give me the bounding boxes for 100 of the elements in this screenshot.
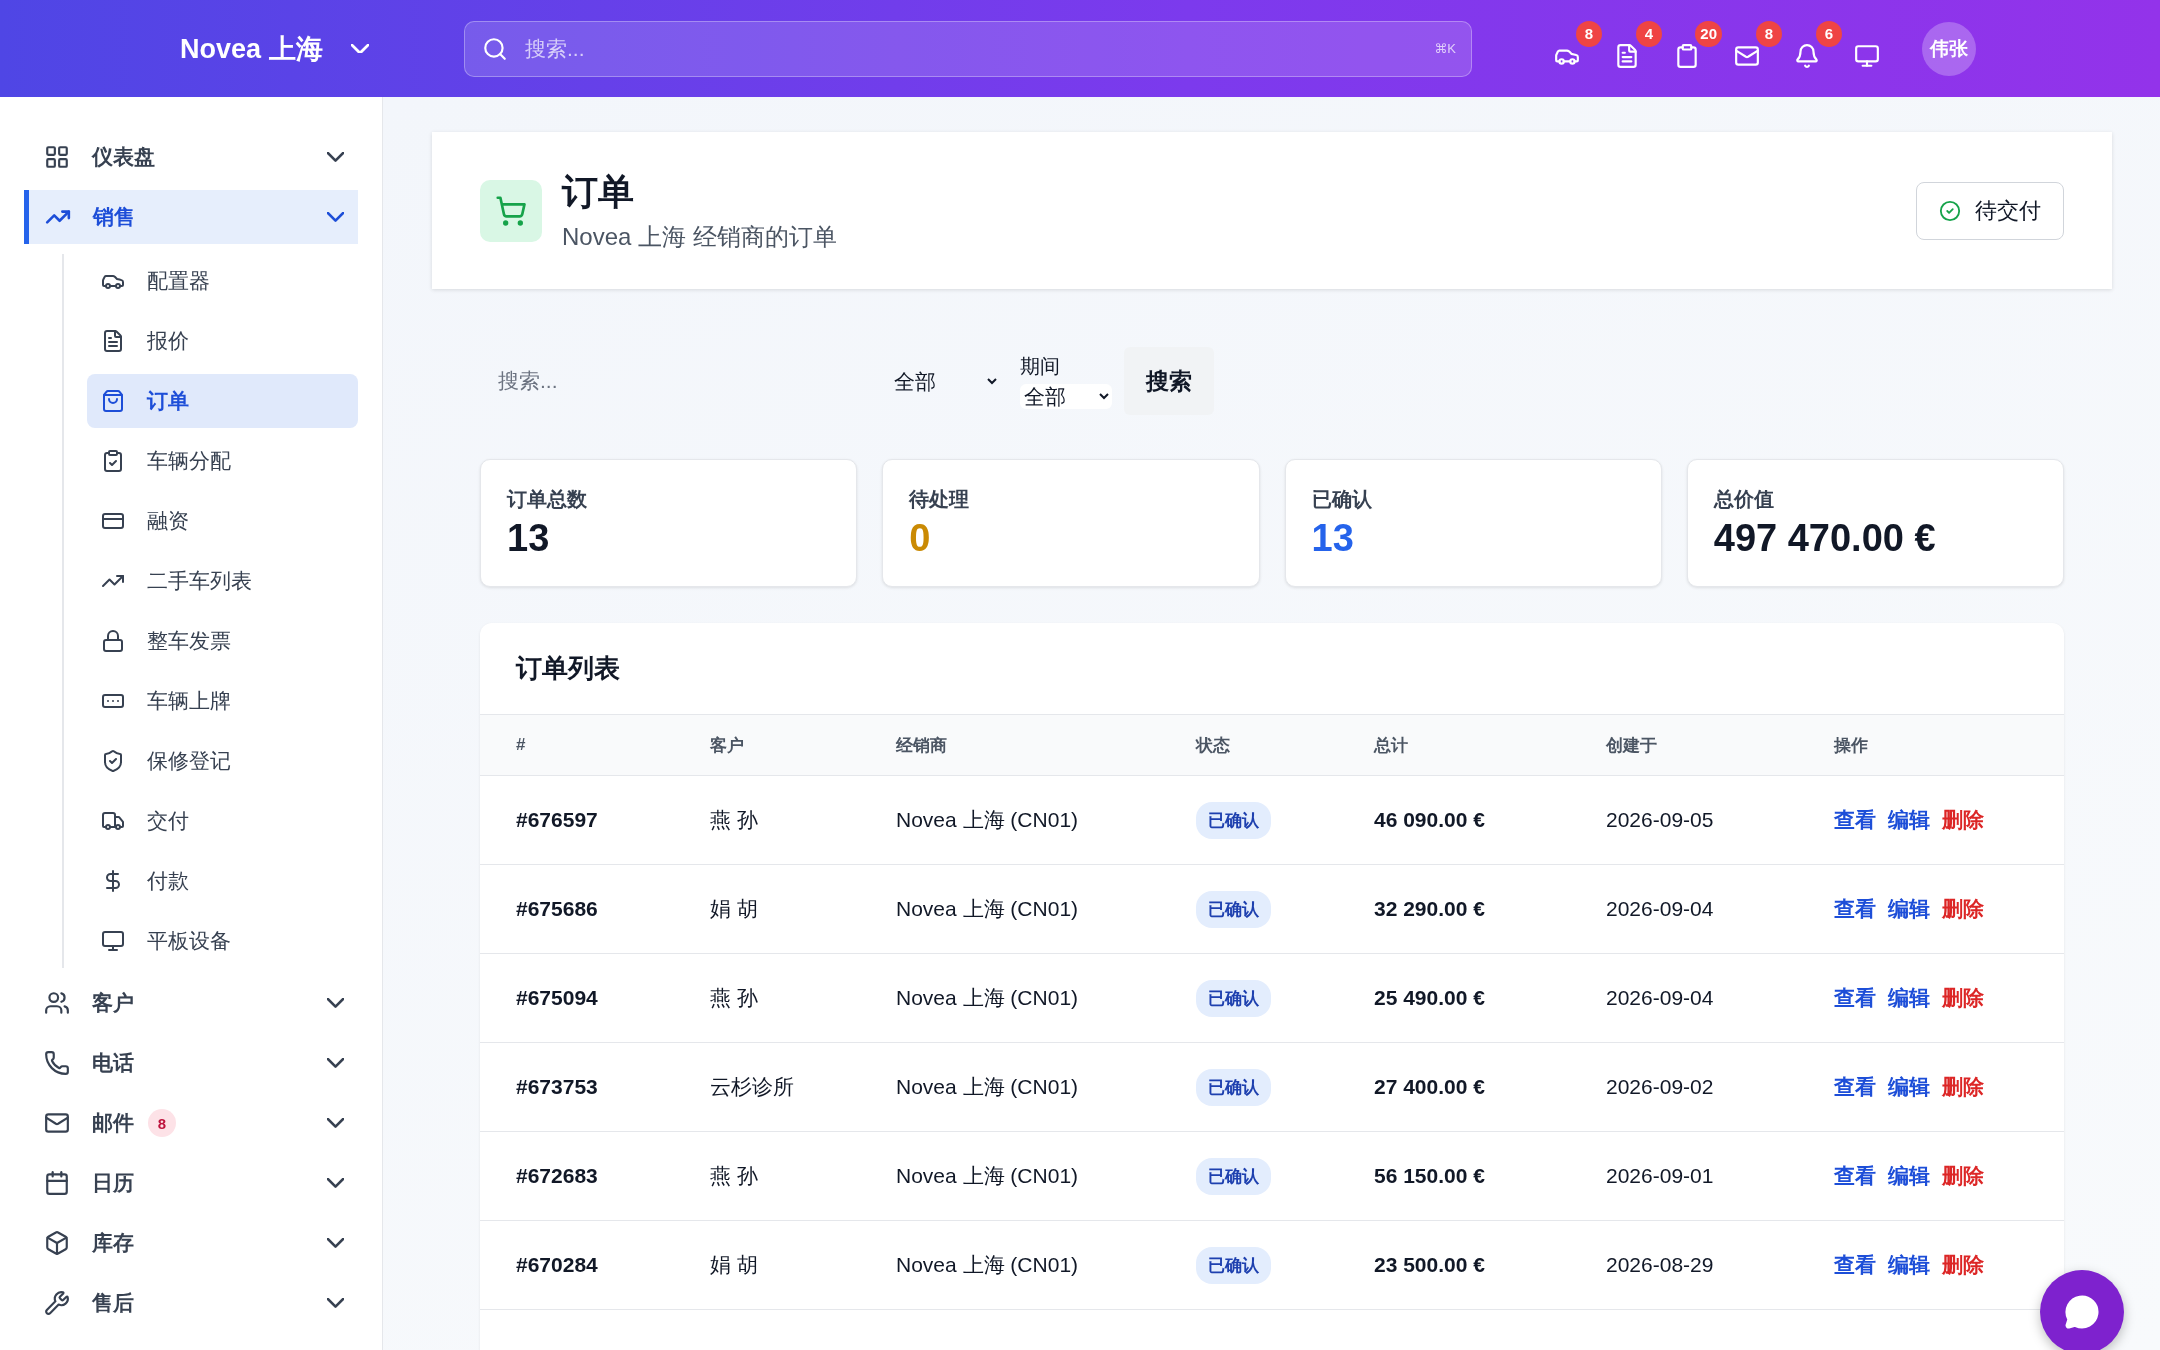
notification-button[interactable]: 6 <box>1792 20 1842 73</box>
chevron-down-icon <box>327 1178 344 1188</box>
sidebar-item[interactable]: 仪表盘 <box>24 130 358 184</box>
sidebar-subitem[interactable]: 车辆上牌 <box>87 674 358 728</box>
action-link[interactable]: 删除 <box>1942 1073 1984 1101</box>
box-icon <box>44 1230 70 1256</box>
table-cell-text: 燕 孙 <box>710 807 759 833</box>
action-link[interactable]: 编辑 <box>1888 1251 1930 1279</box>
table-cell-text: #675686 <box>516 897 599 921</box>
search-field[interactable]: 搜索... <box>480 353 870 409</box>
check-circle-icon <box>1939 199 1961 222</box>
clipboard-icon <box>1674 42 1700 69</box>
monitor-icon <box>101 929 125 953</box>
sidebar-subitem[interactable]: 二手车列表 <box>87 554 358 608</box>
sidebar-subitem[interactable]: 融资 <box>87 494 358 548</box>
column-header: 操作 <box>1834 734 1869 757</box>
pending-delivery-button[interactable]: 待交付 <box>1916 181 2064 240</box>
sidebar-item[interactable]: 邮件 8 <box>24 1096 358 1150</box>
column-header: 经销商 <box>896 734 948 757</box>
sidebar-item[interactable]: 销售 <box>24 190 358 244</box>
notification-button[interactable]: 20 <box>1672 20 1722 73</box>
table-cell-text: #673753 <box>516 1075 599 1099</box>
action-link[interactable]: 编辑 <box>1888 1073 1930 1101</box>
status-badge: 已确认 <box>1196 1157 1271 1195</box>
action-link[interactable]: 查看 <box>1834 806 1876 834</box>
notification-button[interactable]: 4 <box>1612 20 1662 73</box>
sidebar-subitem[interactable]: 报价 <box>87 314 358 368</box>
table-cell-text: 27 400.00 € <box>1374 1075 1486 1099</box>
table-cell-text: #675094 <box>516 986 599 1010</box>
table-cell-text: #670284 <box>516 1253 599 1277</box>
notification-button[interactable]: 8 <box>1552 20 1602 73</box>
table-cell-text: Novea 上海 (CN01) <box>896 896 1080 922</box>
stat-value: 13 <box>507 517 551 560</box>
action-link[interactable]: 编辑 <box>1888 895 1930 923</box>
bell-icon <box>1794 42 1820 69</box>
action-link[interactable]: 查看 <box>1834 984 1876 1012</box>
table-cell-text: Novea 上海 (CN01) <box>896 1252 1080 1278</box>
stat-value: 0 <box>909 517 932 560</box>
mail-icon <box>44 1110 70 1136</box>
column-header: 创建于 <box>1606 734 1658 757</box>
action-link[interactable]: 删除 <box>1942 984 1984 1012</box>
action-link[interactable]: 删除 <box>1942 1251 1984 1279</box>
user-avatar[interactable]: 伟张 <box>1922 21 1976 76</box>
table-cell-text: 云杉诊所 <box>710 1074 795 1100</box>
grid-icon <box>44 144 70 170</box>
action-link[interactable]: 查看 <box>1834 1073 1876 1101</box>
action-link[interactable]: 删除 <box>1942 806 1984 834</box>
chat-button[interactable] <box>2040 1270 2124 1350</box>
sidebar-item[interactable]: 日历 <box>24 1156 358 1210</box>
bag-icon <box>101 389 125 413</box>
sidebar-subitem[interactable]: 配置器 <box>87 254 358 308</box>
action-link[interactable]: 查看 <box>1834 1251 1876 1279</box>
action-link[interactable]: 编辑 <box>1888 1162 1930 1190</box>
sidebar-item[interactable]: 库存 <box>24 1216 358 1270</box>
table-cell-text: 娟 胡 <box>710 896 759 922</box>
table-cell-text: 2026-09-04 <box>1606 897 1715 921</box>
sidebar-subitem[interactable]: 订单 <box>87 374 358 428</box>
search-icon <box>482 35 508 62</box>
chat-icon <box>2064 1294 2100 1330</box>
table-cell-text: 2026-09-04 <box>1606 986 1715 1010</box>
status-select[interactable]: 全部 <box>890 368 1000 394</box>
action-link[interactable]: 编辑 <box>1888 806 1930 834</box>
users-icon <box>44 990 70 1016</box>
table-cell-text: 56 150.00 € <box>1374 1164 1486 1188</box>
table-cell-text: 23 500.00 € <box>1374 1253 1486 1277</box>
sidebar-item[interactable]: 电话 <box>24 1036 358 1090</box>
table-cell-text: 2026-08-29 <box>1606 1253 1715 1277</box>
action-link[interactable]: 删除 <box>1942 895 1984 923</box>
table-cell-text: 25 490.00 € <box>1374 986 1486 1010</box>
status-badge: 已确认 <box>1196 890 1271 928</box>
action-link[interactable]: 编辑 <box>1888 984 1930 1012</box>
table-cell-text: 32 290.00 € <box>1374 897 1486 921</box>
sidebar-item[interactable]: 售后 <box>24 1276 358 1330</box>
search-button[interactable]: 搜索 <box>1124 347 1214 415</box>
period-select[interactable]: 全部 <box>1020 384 1112 409</box>
sidebar-subitem[interactable]: 平板设备 <box>87 914 358 968</box>
sidebar-subitem[interactable]: 保修登记 <box>87 734 358 788</box>
table-cell-text: #672683 <box>516 1164 599 1188</box>
status-badge: 已确认 <box>1196 1246 1271 1284</box>
notification-button[interactable]: 8 <box>1732 20 1782 73</box>
sidebar-subitem[interactable]: 交付 <box>87 794 358 848</box>
truck-icon <box>101 809 125 833</box>
chevron-down-icon <box>327 1298 344 1308</box>
action-link[interactable]: 删除 <box>1942 1162 1984 1190</box>
chevron-down-icon <box>327 1058 344 1068</box>
count-badge: 4 <box>1636 20 1662 47</box>
page-title: 订单 <box>562 170 635 214</box>
calendar-icon <box>44 1170 70 1196</box>
phone-icon <box>44 1050 70 1076</box>
table-cell-text: 燕 孙 <box>710 985 759 1011</box>
sidebar-subitem[interactable]: 车辆分配 <box>87 434 358 488</box>
sidebar-item[interactable]: 客户 <box>24 976 358 1030</box>
sidebar-subitem[interactable]: 付款 <box>87 854 358 908</box>
stat-label: 待处理 <box>909 487 971 512</box>
action-link[interactable]: 查看 <box>1834 1162 1876 1190</box>
action-link[interactable]: 查看 <box>1834 895 1876 923</box>
dealer-switcher[interactable]: Novea 上海 <box>180 30 370 67</box>
sidebar-subitem[interactable]: 整车发票 <box>87 614 358 668</box>
stat-value: 13 <box>1311 517 1355 560</box>
table-cell-text: 46 090.00 € <box>1374 808 1486 832</box>
